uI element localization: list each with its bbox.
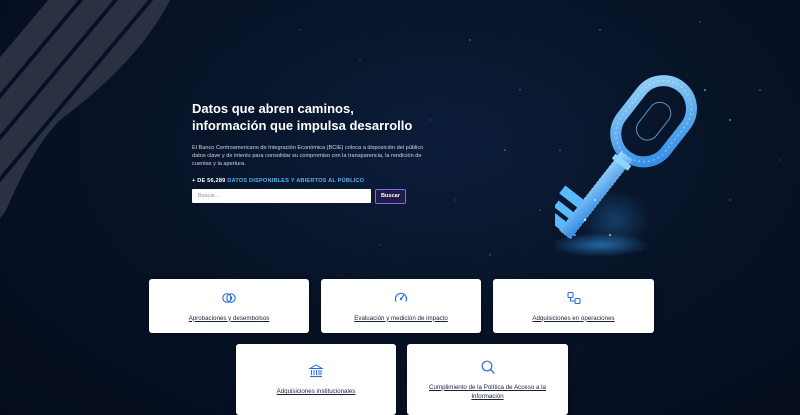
headline-line-1: Datos que abren caminos, <box>192 101 354 116</box>
hero-content: Datos que abren caminos, información que… <box>192 100 452 204</box>
counter-label: DATOS DISPONIBLES Y ABIERTOS AL PÚBLICO <box>227 177 365 184</box>
search-icon <box>481 360 495 374</box>
search-input[interactable] <box>192 189 371 204</box>
card-aprobaciones[interactable]: Aprobaciones y desembolsos <box>149 279 309 333</box>
gauge-icon <box>394 292 408 302</box>
card-label: Adquisiciones en operaciones <box>532 314 615 322</box>
card-label: Cumplimiento de la Política de Acceso a … <box>429 383 546 400</box>
hero-intro-text: El Banco Centroamericano de Integración … <box>192 145 424 168</box>
headline-line-2: información que impulsa desarrollo <box>192 118 413 133</box>
search-button[interactable]: Buscar <box>375 188 406 204</box>
flow-icon <box>566 291 581 304</box>
card-politica-acceso[interactable]: Cumplimiento de la Política de Acceso a … <box>407 344 568 415</box>
hero-section: Datos que abren caminos, información que… <box>0 0 800 270</box>
counter-value: + DE 56,289 <box>192 177 226 184</box>
card-label: Evaluación y medición de impacto <box>354 314 448 322</box>
card-evaluacion[interactable]: Evaluación y medición de impacto <box>321 279 481 333</box>
card-label: Adquisiciones institucionales <box>276 388 356 395</box>
card-adquisiciones-operaciones[interactable]: Adquisiciones en operaciones <box>493 279 654 333</box>
search-bar: Buscar <box>192 188 452 204</box>
data-counter: + DE 56,289 DATOS DISPONIBLES Y ABIERTOS… <box>192 178 452 184</box>
key-illustration <box>555 75 731 257</box>
institution-icon <box>308 364 324 378</box>
coins-icon <box>222 292 236 303</box>
card-label: Aprobaciones y desembolsos <box>188 314 270 322</box>
hero-headline: Datos que abren caminos, información que… <box>192 100 452 134</box>
card-adquisiciones-institucionales[interactable]: Adquisiciones institucionales <box>236 344 396 415</box>
